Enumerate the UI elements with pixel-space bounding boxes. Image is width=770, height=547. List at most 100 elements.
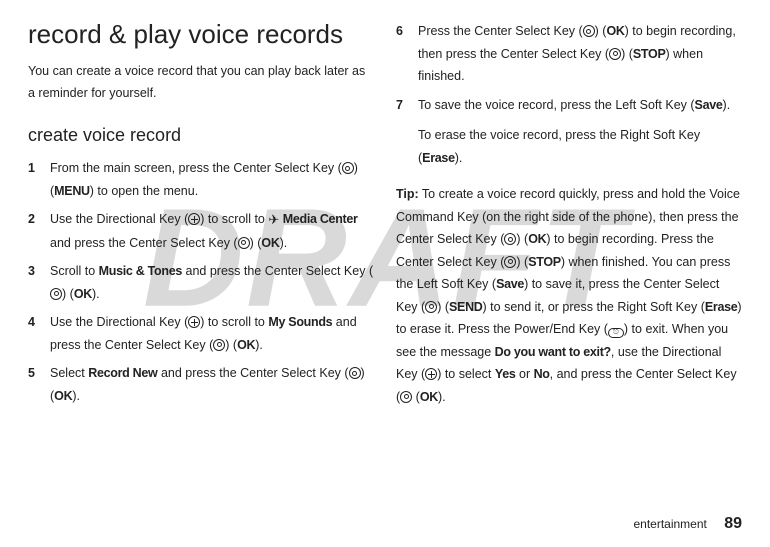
center-select-key-icon (400, 391, 412, 403)
text: ) to open the menu. (90, 184, 198, 198)
page-number: 89 (724, 515, 742, 532)
exit-message-label: Do you want to exit? (495, 345, 611, 359)
step-2: 2 Use the Directional Key () to scroll t… (28, 208, 374, 254)
text: ). (72, 389, 80, 403)
no-label: No (534, 367, 550, 381)
heading-create: create voice record (28, 119, 374, 151)
step-num: 1 (28, 157, 50, 202)
directional-key-icon (425, 368, 437, 380)
center-select-key-icon (609, 48, 621, 60)
save-label: Save (496, 277, 524, 291)
text: ). (438, 390, 446, 404)
ok-label: OK (528, 232, 546, 246)
step-text: From the main screen, press the Center S… (50, 157, 374, 202)
erase-label: Erase (705, 300, 738, 314)
text: ). (455, 151, 463, 165)
text: ) ( (250, 236, 262, 250)
text: Select (50, 366, 88, 380)
ok-label: OK (606, 24, 624, 38)
step-text: Use the Directional Key () to scroll to … (50, 208, 374, 254)
center-select-key-icon (342, 162, 354, 174)
center-select-key-icon (50, 288, 62, 300)
text: To save the voice record, press the Left… (418, 98, 695, 112)
step-text: To save the voice record, press the Left… (418, 94, 742, 178)
erase-label: Erase (422, 151, 455, 165)
step-5: 5 Select Record New and press the Center… (28, 362, 374, 407)
text: ) ( (437, 300, 449, 314)
text: From the main screen, press the Center S… (50, 161, 342, 175)
center-select-key-icon (504, 233, 516, 245)
step-text: Select Record New and press the Center S… (50, 362, 374, 407)
yes-label: Yes (495, 367, 516, 381)
intro-text: You can create a voice record that you c… (28, 60, 374, 105)
text: ) to select (437, 367, 495, 381)
ok-label: OK (237, 338, 255, 352)
step-1: 1 From the main screen, press the Center… (28, 157, 374, 202)
text: and press the Center Select Key ( (50, 236, 238, 250)
record-new-label: Record New (88, 366, 157, 380)
my-sounds-label: My Sounds (268, 315, 332, 329)
step-3: 3 Scroll to Music & Tones and press the … (28, 260, 374, 305)
text: Use the Directional Key ( (50, 315, 188, 329)
text: ). (92, 287, 100, 301)
music-tones-label: Music & Tones (99, 264, 182, 278)
text: ) ( (621, 47, 633, 61)
page-footer: entertainment 89 (633, 515, 742, 533)
tip-label: Tip: (396, 187, 419, 201)
ok-label: OK (420, 390, 438, 404)
step-7: 7 To save the voice record, press the Le… (396, 94, 742, 178)
heading-record-play: record & play voice records (28, 20, 374, 50)
text: Use the Directional Key ( (50, 212, 188, 226)
text: ) ( (595, 24, 607, 38)
section-name: entertainment (633, 517, 706, 531)
step-text: Use the Directional Key () to scroll to … (50, 311, 374, 356)
text: ). (255, 338, 263, 352)
step-num: 7 (396, 94, 418, 178)
center-select-key-icon (213, 339, 225, 351)
center-select-key-icon (583, 25, 595, 37)
ok-label: OK (261, 236, 279, 250)
text: ) ( (225, 338, 237, 352)
text: ( (412, 390, 420, 404)
step-text: Press the Center Select Key () (OK) to b… (418, 20, 742, 88)
step-4: 4 Use the Directional Key ( ) to scroll t… (28, 311, 374, 356)
save-label: Save (695, 98, 723, 112)
page-content: record & play voice records You can crea… (28, 20, 742, 413)
ok-label: OK (74, 287, 92, 301)
step-text: Scroll to Music & Tones and press the Ce… (50, 260, 374, 305)
ok-label: OK (54, 389, 72, 403)
text: or (516, 367, 534, 381)
send-label: SEND (449, 300, 483, 314)
text: ). (723, 98, 731, 112)
text: Scroll to (50, 264, 99, 278)
text: ) ( (62, 287, 74, 301)
tip-paragraph: Tip: To create a voice record quickly, p… (396, 183, 742, 408)
left-column: record & play voice records You can crea… (28, 20, 374, 413)
center-select-key-icon (425, 301, 437, 313)
directional-key-icon (188, 213, 200, 225)
media-center-label: Media Center (283, 212, 358, 226)
directional-key-icon (188, 316, 200, 328)
text: and press the Center Select Key ( (182, 264, 373, 278)
stop-label: STOP (633, 47, 666, 61)
step-num: 5 (28, 362, 50, 407)
text: ) ( (516, 232, 528, 246)
step-num: 6 (396, 20, 418, 88)
right-column: 6 Press the Center Select Key () (OK) to… (396, 20, 742, 413)
text: ) to scroll to (200, 315, 268, 329)
media-icon: ✈ (268, 208, 279, 231)
step-num: 2 (28, 208, 50, 254)
text: ). (280, 236, 288, 250)
step-num: 4 (28, 311, 50, 356)
stop-label: STOP (528, 255, 561, 269)
menu-label: MENU (54, 184, 90, 198)
center-select-key-icon (238, 237, 250, 249)
text: ) ( (516, 255, 528, 269)
text: Press the Center Select Key ( (418, 24, 583, 38)
text: and press the Center Select Key ( (157, 366, 348, 380)
step-num: 3 (28, 260, 50, 305)
text: ) to send it, or press the Right Soft Ke… (483, 300, 705, 314)
center-select-key-icon (504, 256, 516, 268)
step-6: 6 Press the Center Select Key () (OK) to… (396, 20, 742, 88)
power-end-key-icon: ⎋ (608, 328, 624, 338)
